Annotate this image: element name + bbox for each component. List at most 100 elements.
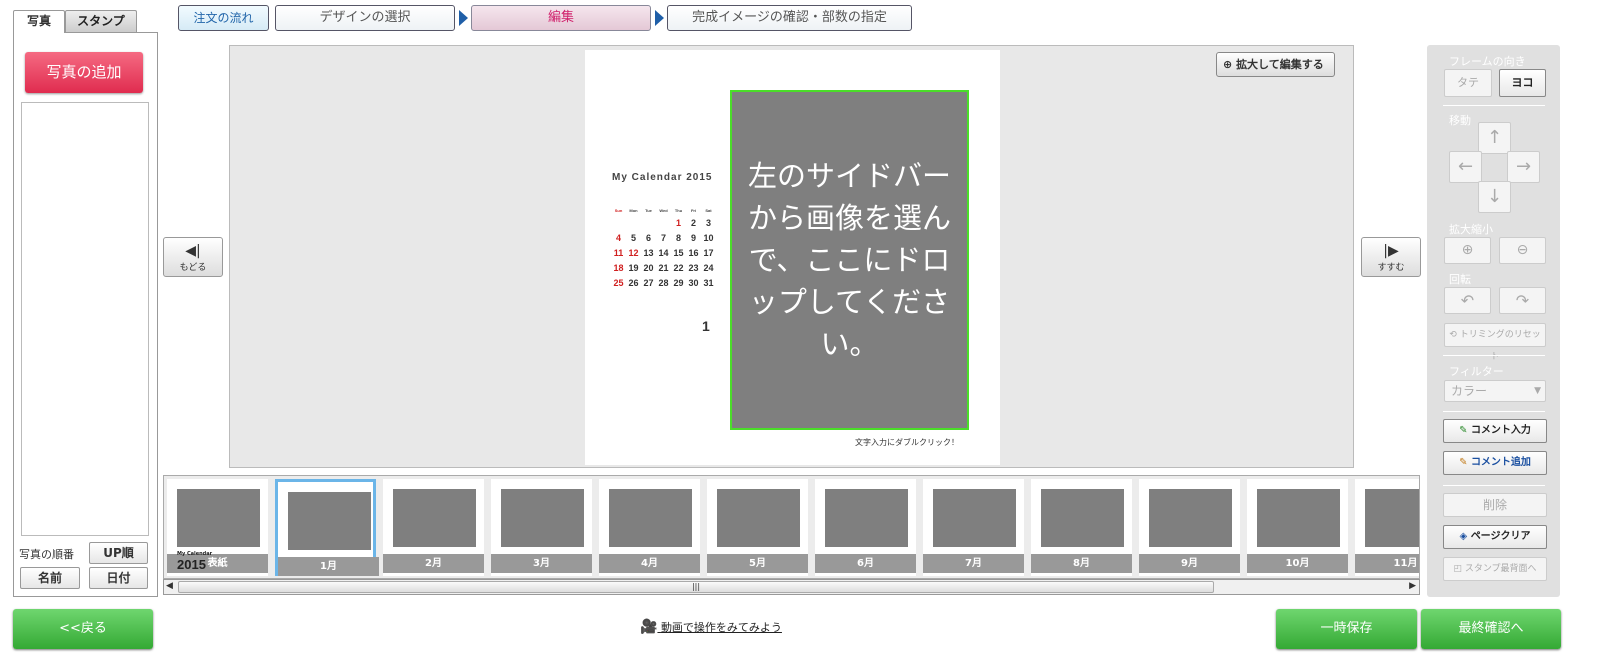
calendar-day: 21 (658, 263, 669, 273)
rotate-left-icon[interactable]: ↶ (1444, 287, 1491, 314)
page-thumbnail[interactable]: 11月 (1355, 479, 1419, 576)
zoom-in-icon[interactable]: ⊕ (1444, 237, 1491, 264)
sort-date-button[interactable]: 日付 (89, 567, 148, 589)
delete-button[interactable]: 削除 (1443, 493, 1547, 517)
calendar-page: My Calendar 2015 Sun Mon Tue Wed Thu Fri Sat 1 2… (585, 50, 1000, 465)
zoom-out-icon[interactable]: ⊖ (1499, 237, 1546, 264)
landscape-button[interactable]: ヨコ (1499, 69, 1546, 97)
comment-add-button[interactable]: ✎ コメント追加 (1443, 451, 1547, 475)
portrait-button[interactable]: タテ (1444, 69, 1492, 97)
zoom-icon: ⊕ (1223, 58, 1233, 71)
thumbnail-scrollbar[interactable]: ◀ ||| ▶ (163, 579, 1420, 595)
thumbnail-image (933, 489, 1016, 547)
tab-stamp[interactable]: スタンプ (65, 10, 137, 32)
thumbnail-image (393, 489, 476, 547)
page-thumbnail[interactable]: 表紙 2015 My Calendar (167, 479, 268, 576)
calendar-day: 31 (703, 278, 714, 288)
calendar-weekday: Wed (659, 208, 668, 213)
page-clear-label: ページクリア (1470, 531, 1531, 542)
calendar-day: 20 (643, 263, 654, 273)
video-link[interactable]: 🎥 動画で操作をみてみよう (640, 619, 782, 635)
comment-add-label: コメント追加 (1470, 457, 1531, 468)
calendar-day: 14 (658, 248, 669, 258)
thumbnail-image (825, 489, 908, 547)
calendar-day: 9 (690, 233, 696, 243)
page-thumbnail[interactable]: 9月 (1139, 479, 1240, 576)
zoom-edit-button[interactable]: ⊕ 拡大して編集する (1216, 52, 1335, 77)
final-confirm-button[interactable]: 最終確認へ (1421, 609, 1561, 649)
sort-name-button[interactable]: 名前 (20, 567, 80, 589)
calendar-title[interactable]: My Calendar 2015 (612, 172, 713, 183)
rotate-right-icon[interactable]: ↷ (1499, 287, 1546, 314)
page-thumbnail[interactable]: 1月 (275, 479, 379, 576)
photo-list[interactable] (21, 102, 149, 536)
next-icon: |▶ (1383, 243, 1399, 259)
move-label: 移動 (1449, 114, 1471, 127)
stamp-back-button[interactable]: ◰ スタンプ最背面へ (1443, 557, 1547, 581)
thumbnail-label: 8月 (1031, 554, 1132, 573)
calendar-day: 17 (703, 248, 714, 258)
drop-hint: 左のサイドバーから画像を選んで、ここにドロップしてください。 (748, 159, 952, 361)
calendar-weekday: Sat (705, 208, 712, 213)
scroll-left-icon[interactable]: ◀ (166, 581, 173, 591)
trim-reset-button[interactable]: ⟲ トリミングのリセット (1444, 323, 1546, 362)
filter-select[interactable]: カラー ▼ (1444, 380, 1546, 402)
back-button[interactable]: <<戻る (13, 609, 153, 649)
thumbnail-image (288, 492, 371, 550)
temp-save-button[interactable]: 一時保存 (1276, 609, 1417, 649)
calendar-day: 2 (690, 218, 696, 228)
calendar-month[interactable]: 1 (702, 318, 710, 334)
page-thumbnail[interactable]: 3月 (491, 479, 592, 576)
page-thumbnail[interactable]: 7月 (923, 479, 1024, 576)
thumbnail-image (1149, 489, 1232, 547)
calendar-day: 22 (673, 263, 684, 273)
prev-icon: ◀| (185, 243, 201, 259)
scroll-right-icon[interactable]: ▶ (1409, 581, 1416, 591)
add-photo-button[interactable]: 写真の追加 (25, 52, 143, 93)
eraser-icon: ◈ (1459, 531, 1468, 542)
step-order-flow[interactable]: 注文の流れ (178, 5, 269, 31)
thumbnail-image (177, 489, 260, 547)
video-link-label[interactable]: 動画で操作をみてみよう (661, 621, 782, 634)
next-page-button[interactable]: |▶ すすむ (1361, 237, 1421, 277)
calendar-day: 26 (628, 278, 639, 288)
calendar-weekday: Mon (629, 208, 638, 213)
page-thumbnail[interactable]: 2月 (383, 479, 484, 576)
photo-drop-area[interactable]: 左のサイドバーから画像を選んで、ここにドロップしてください。 (730, 90, 969, 430)
move-down-icon[interactable]: ↓ (1478, 181, 1511, 213)
page-thumbnail[interactable]: 10月 (1247, 479, 1348, 576)
step-arrow-icon (655, 10, 664, 26)
stamp-back-label: スタンプ最背面へ (1464, 564, 1537, 574)
move-right-icon[interactable]: → (1507, 151, 1540, 183)
calendar-day: 18 (613, 263, 624, 273)
move-up-icon[interactable]: ↑ (1478, 122, 1511, 154)
page-thumbnail[interactable]: 8月 (1031, 479, 1132, 576)
calendar-day: 4 (615, 233, 621, 243)
calendar-day (611, 218, 626, 228)
prev-page-button[interactable]: ◀| もどる (163, 237, 223, 277)
thumbnail-image (609, 489, 692, 547)
editor-canvas: My Calendar 2015 Sun Mon Tue Wed Thu Fri Sat 1 2… (229, 45, 1354, 468)
page-thumbnail[interactable]: 6月 (815, 479, 916, 576)
frame-direction-label: フレームの向き (1449, 55, 1526, 68)
thumbnail-label: 6月 (815, 554, 916, 573)
thumbnail-image (1041, 489, 1124, 547)
sort-up-button[interactable]: UP順 (89, 542, 148, 564)
thumbnail-label: 5月 (707, 554, 808, 573)
tool-panel: フレームの向き タテ ヨコ 移動 ↑ ← → ↓ 拡大縮小 ⊕ ⊖ 回転 ↶ ↷… (1427, 45, 1560, 597)
tab-photo[interactable]: 写真 (13, 10, 65, 33)
page-clear-button[interactable]: ◈ ページクリア (1443, 525, 1547, 549)
thumbnail-image (1257, 489, 1340, 547)
calendar-weekday: Sun (614, 208, 623, 213)
video-camera-icon: 🎥 (640, 619, 658, 635)
scroll-thumb[interactable]: ||| (178, 581, 1214, 593)
trim-reset-label: トリミングのリセット (1459, 330, 1541, 362)
calendar-day: 27 (643, 278, 654, 288)
calendar-day: 1 (675, 218, 681, 228)
page-thumbnail[interactable]: 4月 (599, 479, 700, 576)
thumbnail-label: 11月 (1355, 554, 1419, 573)
move-left-icon[interactable]: ← (1449, 151, 1482, 183)
layer-icon: ◰ (1453, 564, 1462, 574)
page-thumbnail[interactable]: 5月 (707, 479, 808, 576)
comment-input-button[interactable]: ✎ コメント入力 (1443, 419, 1547, 443)
